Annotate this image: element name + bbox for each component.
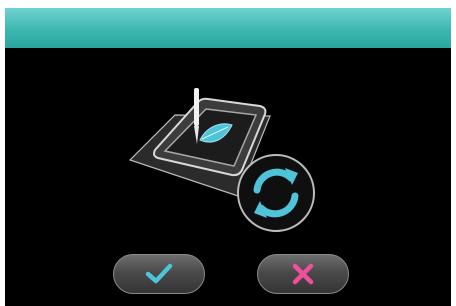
footer-bar — [5, 244, 451, 306]
checkmark-icon — [145, 263, 173, 284]
screen — [5, 8, 451, 306]
title-bar — [5, 8, 451, 48]
hoop-illustration — [120, 88, 320, 233]
cancel-button[interactable] — [257, 254, 349, 294]
confirm-button[interactable] — [113, 254, 205, 294]
rotate-refresh-icon — [237, 154, 315, 232]
x-icon — [292, 263, 314, 285]
